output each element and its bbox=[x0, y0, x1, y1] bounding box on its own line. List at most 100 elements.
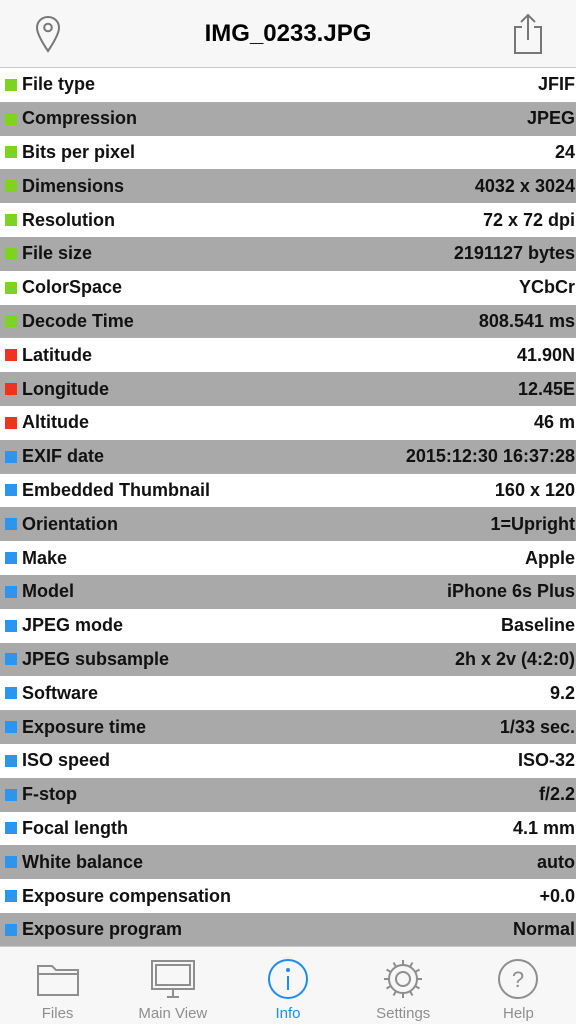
info-row[interactable]: Latitude 41.90N bbox=[0, 338, 576, 372]
category-indicator bbox=[5, 890, 17, 903]
info-row[interactable]: White balance auto bbox=[0, 845, 576, 880]
info-row-value: 1/33 sec. bbox=[499, 716, 575, 737]
tab-files[interactable]: Files bbox=[0, 947, 115, 1024]
tab-label: Settings bbox=[376, 1005, 431, 1022]
info-row-label: Longitude bbox=[22, 378, 109, 399]
info-row[interactable]: Model iPhone 6s Plus bbox=[0, 574, 576, 609]
info-row[interactable]: Exposure time 1/33 sec. bbox=[0, 710, 576, 744]
info-row[interactable]: Altitude 46 m bbox=[0, 406, 576, 440]
category-indicator bbox=[5, 754, 17, 767]
category-indicator bbox=[5, 214, 17, 227]
share-icon[interactable] bbox=[506, 12, 550, 56]
info-row[interactable]: Focal length 4.1 mm bbox=[0, 812, 576, 846]
info-row[interactable]: Exposure program Normal bbox=[0, 912, 576, 946]
info-row-label: File size bbox=[22, 243, 93, 264]
info-row-value: f/2.2 bbox=[538, 784, 575, 805]
info-row[interactable]: JPEG mode Baseline bbox=[0, 609, 576, 643]
nav-bar: IMG_0233.JPG bbox=[0, 0, 576, 68]
info-row[interactable]: F-stop f/2.2 bbox=[0, 777, 576, 812]
category-indicator bbox=[5, 788, 17, 801]
info-row[interactable]: File type JFIF bbox=[0, 68, 576, 102]
category-indicator bbox=[5, 281, 17, 294]
tab-settings[interactable]: Settings bbox=[346, 947, 461, 1024]
info-row[interactable]: Decode Time 808.541 ms bbox=[0, 304, 576, 339]
category-indicator bbox=[5, 552, 17, 565]
info-row-label: Focal length bbox=[22, 817, 129, 838]
info-row-value: JPEG bbox=[526, 108, 575, 129]
info-row[interactable]: Dimensions 4032 x 3024 bbox=[0, 169, 576, 204]
info-row-value: 46 m bbox=[533, 412, 575, 433]
info-row[interactable]: File size 2191127 bytes bbox=[0, 236, 576, 271]
info-row-label: Resolution bbox=[22, 209, 115, 230]
info-row-label: Altitude bbox=[22, 412, 89, 433]
info-row-label: White balance bbox=[22, 851, 144, 872]
info-row[interactable]: Software 9.2 bbox=[0, 676, 576, 710]
info-icon bbox=[264, 957, 312, 1001]
info-row[interactable]: ISO speed ISO-32 bbox=[0, 744, 576, 778]
info-row[interactable]: Resolution 72 x 72 dpi bbox=[0, 203, 576, 237]
category-indicator bbox=[5, 721, 17, 734]
info-row-value: 2015:12:30 16:37:28 bbox=[405, 446, 575, 467]
info-row-value: auto bbox=[537, 851, 575, 872]
info-row-label: JPEG mode bbox=[22, 615, 124, 636]
info-row-value: 4.1 mm bbox=[512, 817, 575, 838]
category-indicator bbox=[5, 349, 17, 362]
info-row[interactable]: Exposure compensation +0.0 bbox=[0, 879, 576, 913]
info-row-value: 808.541 ms bbox=[478, 310, 575, 331]
info-row-value: +0.0 bbox=[539, 885, 575, 906]
category-indicator bbox=[5, 518, 17, 531]
info-row-value: 1=Upright bbox=[490, 513, 575, 534]
category-indicator bbox=[5, 315, 17, 328]
info-row-label: Exposure compensation bbox=[22, 885, 232, 906]
category-indicator bbox=[5, 653, 17, 666]
info-row[interactable]: Embedded Thumbnail 160 x 120 bbox=[0, 474, 576, 508]
info-row-label: F-stop bbox=[22, 784, 77, 805]
info-row-label: Exposure time bbox=[22, 716, 147, 737]
tab-help[interactable]: ? Help bbox=[461, 947, 576, 1024]
info-row-value: 72 x 72 dpi bbox=[482, 209, 575, 230]
info-row[interactable]: JPEG subsample 2h x 2v (4:2:0) bbox=[0, 642, 576, 677]
info-row-label: Compression bbox=[22, 108, 138, 129]
info-row-value: 2h x 2v (4:2:0) bbox=[454, 648, 575, 669]
info-row[interactable]: Bits per pixel 24 bbox=[0, 136, 576, 170]
category-indicator bbox=[5, 383, 17, 396]
category-indicator bbox=[5, 687, 17, 700]
category-indicator bbox=[5, 180, 17, 193]
tab-main-view[interactable]: Main View bbox=[115, 947, 230, 1024]
category-indicator bbox=[5, 112, 17, 125]
info-row-label: Bits per pixel bbox=[22, 141, 136, 162]
info-row[interactable]: Make Apple bbox=[0, 541, 576, 575]
help-icon: ? bbox=[494, 957, 542, 1001]
info-row-value: iPhone 6s Plus bbox=[446, 581, 575, 602]
info-row-value: 2191127 bytes bbox=[453, 243, 575, 264]
info-row-label: Software bbox=[22, 682, 99, 703]
info-row-label: File type bbox=[22, 74, 96, 95]
category-indicator bbox=[5, 619, 17, 632]
tab-bar: Files Main View Info Settings? Help bbox=[0, 946, 576, 1024]
tab-label: Help bbox=[502, 1005, 534, 1022]
info-row[interactable]: ColorSpace YCbCr bbox=[0, 271, 576, 305]
info-row-label: Dimensions bbox=[22, 175, 125, 196]
info-row-label: Model bbox=[22, 581, 74, 602]
info-row[interactable]: Compression JPEG bbox=[0, 101, 576, 136]
category-indicator bbox=[5, 923, 17, 936]
info-row-value: 41.90N bbox=[516, 344, 575, 365]
category-indicator bbox=[5, 146, 17, 159]
folder-icon bbox=[34, 957, 82, 1001]
info-row-value: 160 x 120 bbox=[494, 479, 575, 500]
info-list[interactable]: File type JFIF Compression JPEG Bits per pix… bbox=[0, 68, 576, 946]
info-row-label: Latitude bbox=[22, 344, 92, 365]
info-row-value: 12.45E bbox=[517, 378, 575, 399]
info-row[interactable]: Longitude 12.45E bbox=[0, 372, 576, 406]
tab-label: Main View bbox=[138, 1005, 208, 1022]
info-row-label: Orientation bbox=[22, 513, 119, 534]
tab-info[interactable]: Info bbox=[230, 947, 345, 1024]
info-row-label: Embedded Thumbnail bbox=[22, 479, 211, 500]
tab-label: Files bbox=[41, 1005, 74, 1022]
info-row[interactable]: EXIF date 2015:12:30 16:37:28 bbox=[0, 439, 576, 474]
info-row-label: Make bbox=[22, 547, 68, 568]
monitor-icon bbox=[149, 957, 197, 1001]
gear-icon bbox=[379, 957, 427, 1001]
info-row[interactable]: Orientation 1=Upright bbox=[0, 507, 576, 542]
category-indicator bbox=[5, 78, 17, 91]
